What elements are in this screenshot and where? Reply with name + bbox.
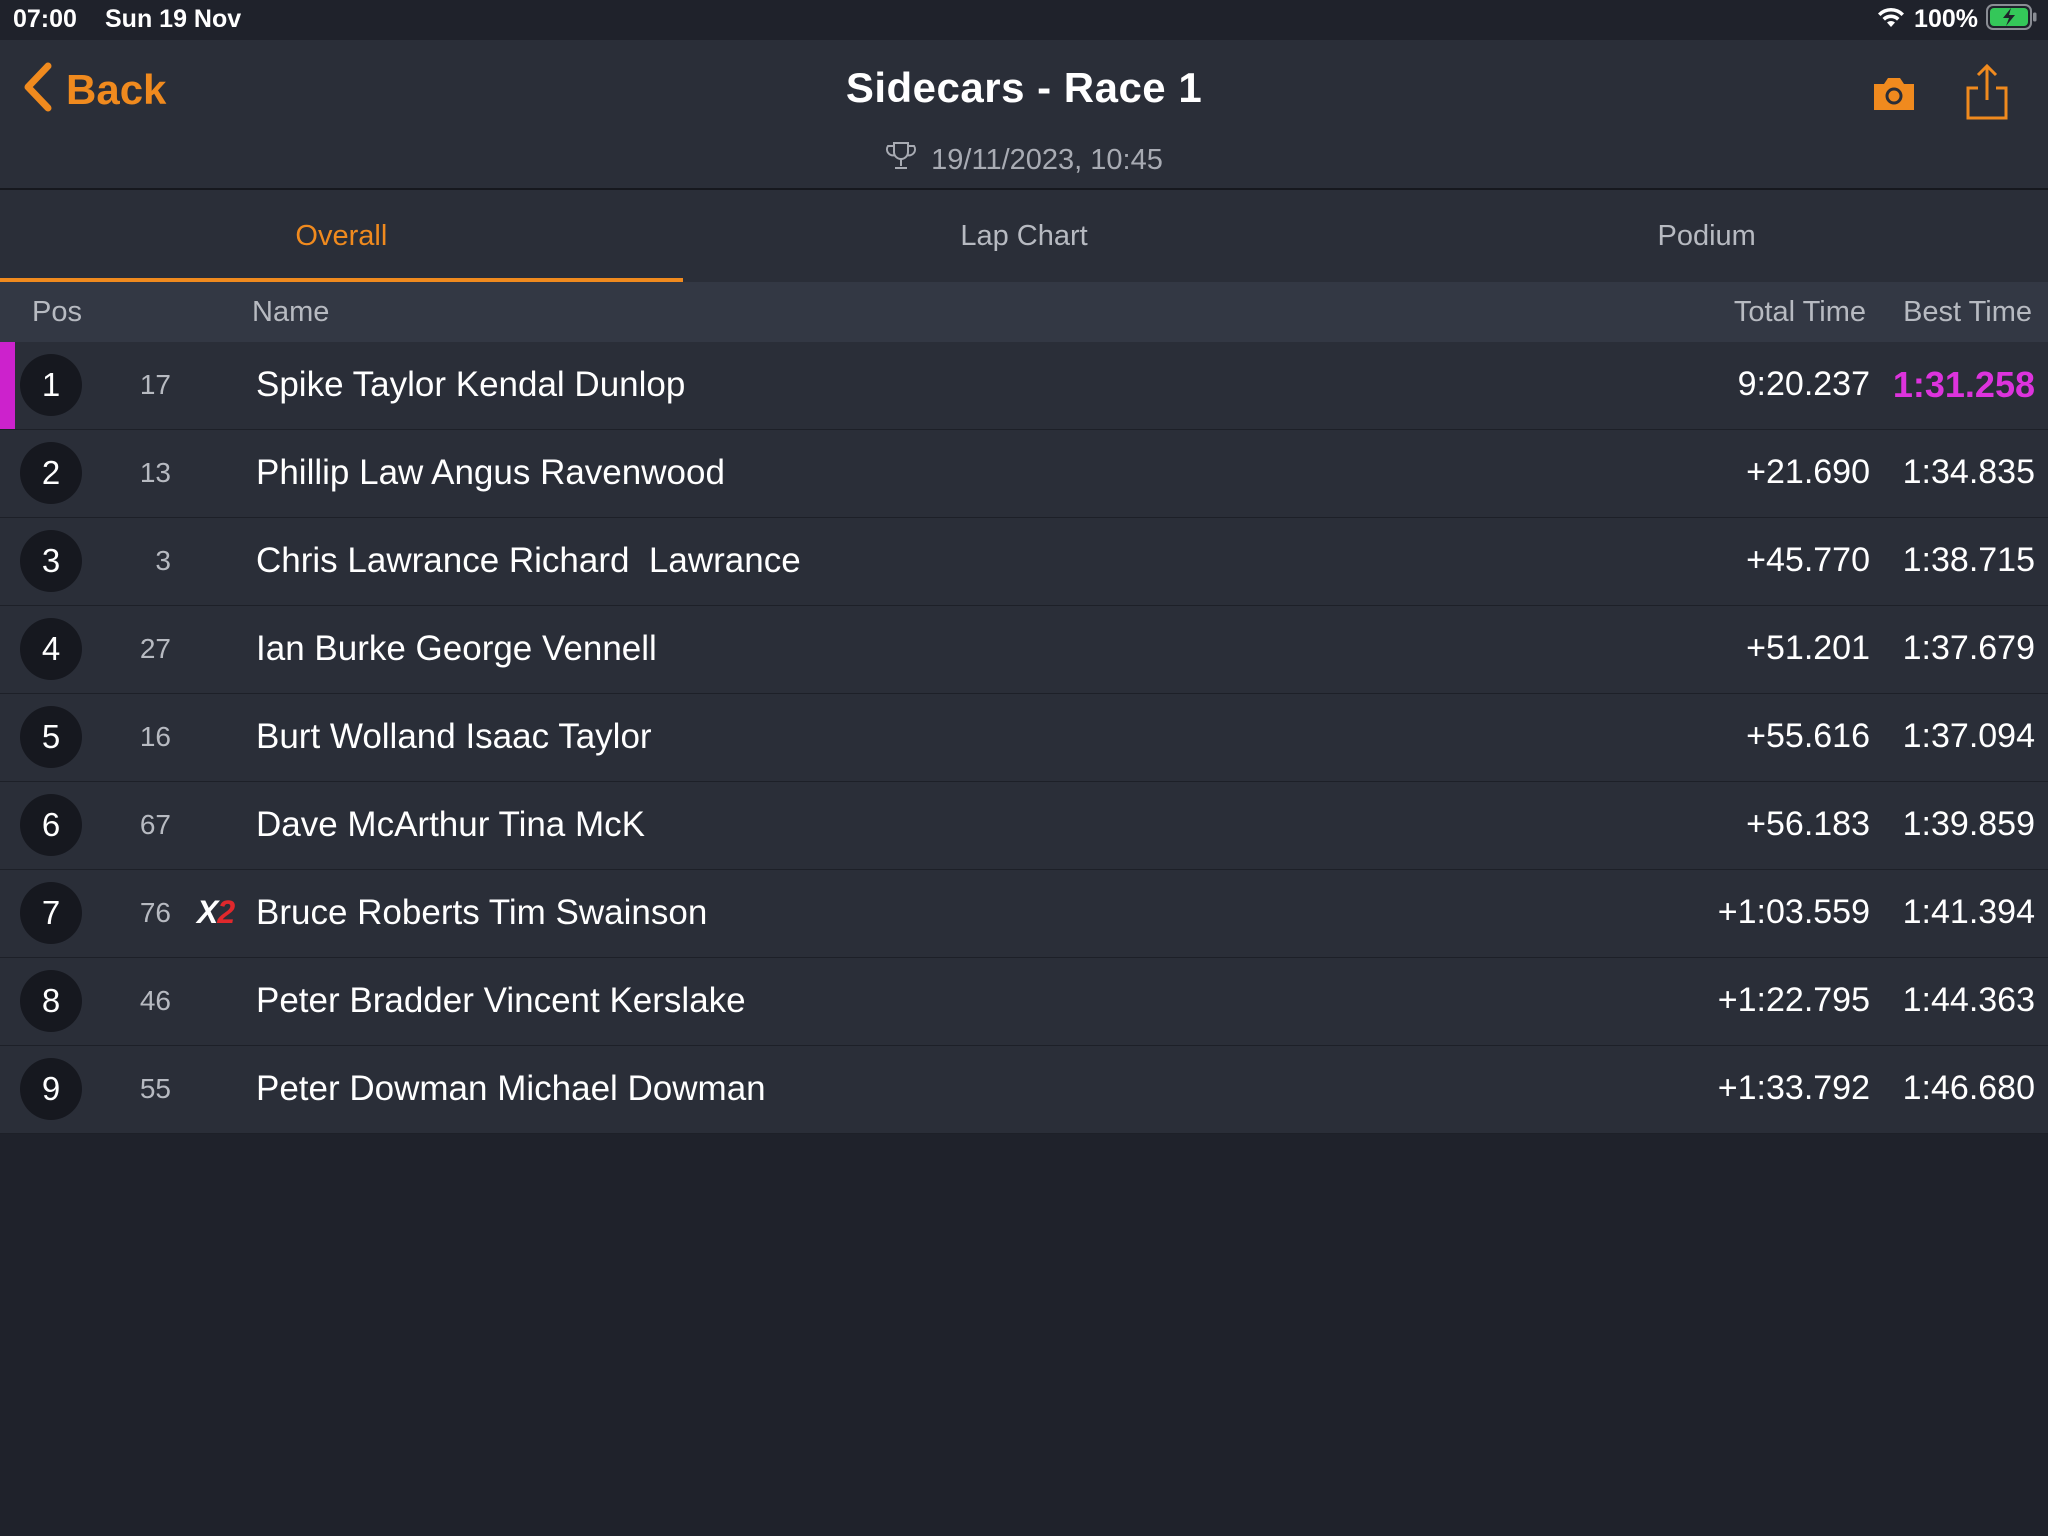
results-tabs: Overall Lap Chart Podium <box>0 190 2048 282</box>
competitor-number: 67 <box>139 809 171 840</box>
navigation-header: Back Sidecars - Race 1 19/11/2023, 10:45 <box>0 40 2048 190</box>
position-badge: 6 <box>20 794 82 856</box>
competitor-name: Ian Burke George Vennell <box>256 629 657 668</box>
competitor-name: Chris Lawrance Richard Lawrance <box>256 541 801 580</box>
camera-icon <box>1870 78 1918 122</box>
table-row[interactable]: 5 16 Burt Wolland Isaac Taylor +55.616 1… <box>0 694 2048 782</box>
position-badge: 2 <box>20 442 82 504</box>
table-row[interactable]: 3 3 Chris Lawrance Richard Lawrance +45.… <box>0 518 2048 606</box>
camera-button[interactable] <box>1870 70 1918 118</box>
total-time: +21.690 <box>1746 453 1870 491</box>
competitor-name: Peter Bradder Vincent Kerslake <box>256 981 746 1020</box>
trophy-icon <box>885 140 917 180</box>
competitor-number: 46 <box>139 985 171 1016</box>
position-badge: 9 <box>20 1058 82 1120</box>
table-row[interactable]: 2 13 Phillip Law Angus Ravenwood +21.690… <box>0 430 2048 518</box>
competitor-name: Dave McArthur Tina McK <box>256 805 645 844</box>
column-header-best-time: Best Time <box>1903 296 2032 328</box>
competitor-number: 3 <box>155 545 171 576</box>
position-badge: 7 <box>20 882 82 944</box>
competitor-number: 55 <box>139 1073 171 1104</box>
status-time: 07:00 <box>13 5 77 33</box>
best-time: 1:44.363 <box>1902 981 2035 1019</box>
best-time: 1:38.715 <box>1902 541 2035 579</box>
competitor-number: 27 <box>139 633 171 664</box>
table-row[interactable]: 6 67 Dave McArthur Tina McK +56.183 1:39… <box>0 782 2048 870</box>
position-badge: 1 <box>20 354 82 416</box>
competitor-name: Phillip Law Angus Ravenwood <box>256 453 725 492</box>
competitor-number: 16 <box>139 721 171 752</box>
table-row[interactable]: 9 55 Peter Dowman Michael Dowman +1:33.7… <box>0 1046 2048 1134</box>
competitor-number: 76 <box>139 897 171 928</box>
best-time: 1:46.680 <box>1902 1069 2035 1107</box>
competitor-name: Peter Dowman Michael Dowman <box>256 1069 766 1108</box>
position-badge: 3 <box>20 530 82 592</box>
share-icon <box>1962 63 2012 126</box>
column-header-total-time: Total Time <box>1733 296 1866 328</box>
tab-podium[interactable]: Podium <box>1365 190 2048 282</box>
competitor-name: Spike Taylor Kendal Dunlop <box>256 365 686 404</box>
total-time: +1:03.559 <box>1717 893 1870 931</box>
results-list: 1 17 Spike Taylor Kendal Dunlop 9:20.237… <box>0 342 2048 1134</box>
competitor-number: 13 <box>139 457 171 488</box>
table-header: Pos Name Total Time Best Time <box>0 282 2048 343</box>
page-title: Sidecars - Race 1 <box>845 64 1203 111</box>
total-time: +56.183 <box>1746 805 1870 843</box>
tab-lap-chart[interactable]: Lap Chart <box>683 190 1366 282</box>
column-header-pos: Pos <box>32 296 82 328</box>
x2-class-logo: X2 <box>197 894 235 930</box>
best-time: 1:31.258 <box>1892 364 2035 405</box>
best-time: 1:34.835 <box>1902 453 2035 491</box>
total-time: +1:22.795 <box>1717 981 1870 1019</box>
best-time: 1:37.094 <box>1902 717 2035 755</box>
battery-percentage: 100% <box>1914 4 1978 33</box>
status-date: Sun 19 Nov <box>105 5 242 33</box>
tab-overall[interactable]: Overall <box>0 190 683 282</box>
leader-indicator <box>0 342 15 429</box>
competitor-number: 17 <box>139 369 171 400</box>
total-time: +1:33.792 <box>1717 1069 1870 1107</box>
battery-charging-icon <box>1986 3 2038 35</box>
column-header-name: Name <box>252 296 330 328</box>
competitor-name: Bruce Roberts Tim Swainson <box>256 893 708 932</box>
best-time: 1:41.394 <box>1902 893 2035 931</box>
total-time: +51.201 <box>1746 629 1870 667</box>
total-time: +55.616 <box>1746 717 1870 755</box>
total-time: +45.770 <box>1746 541 1870 579</box>
best-time: 1:39.859 <box>1902 805 2035 843</box>
status-indicators: 100% <box>1876 3 2038 35</box>
table-row[interactable]: 8 46 Peter Bradder Vincent Kerslake +1:2… <box>0 958 2048 1046</box>
app-root: 07:00 Sun 19 Nov 100% Back Sidecars - Ra… <box>0 0 2048 1536</box>
table-row[interactable]: 7 76 X2 Bruce Roberts Tim Swainson +1:03… <box>0 870 2048 958</box>
status-bar: 07:00 Sun 19 Nov 100% <box>0 0 2048 40</box>
best-time: 1:37.679 <box>1902 629 2035 667</box>
position-badge: 8 <box>20 970 82 1032</box>
datetime-text: 19/11/2023, 10:45 <box>931 143 1163 176</box>
wifi-icon <box>1876 5 1906 34</box>
competitor-name: Burt Wolland Isaac Taylor <box>256 717 652 756</box>
table-row[interactable]: 4 27 Ian Burke George Vennell +51.201 1:… <box>0 606 2048 694</box>
total-time: 9:20.237 <box>1737 365 1870 403</box>
position-badge: 4 <box>20 618 82 680</box>
race-datetime: 19/11/2023, 10:45 <box>0 140 2048 180</box>
table-row[interactable]: 1 17 Spike Taylor Kendal Dunlop 9:20.237… <box>0 342 2048 430</box>
position-badge: 5 <box>20 706 82 768</box>
share-button[interactable] <box>1962 62 2012 122</box>
